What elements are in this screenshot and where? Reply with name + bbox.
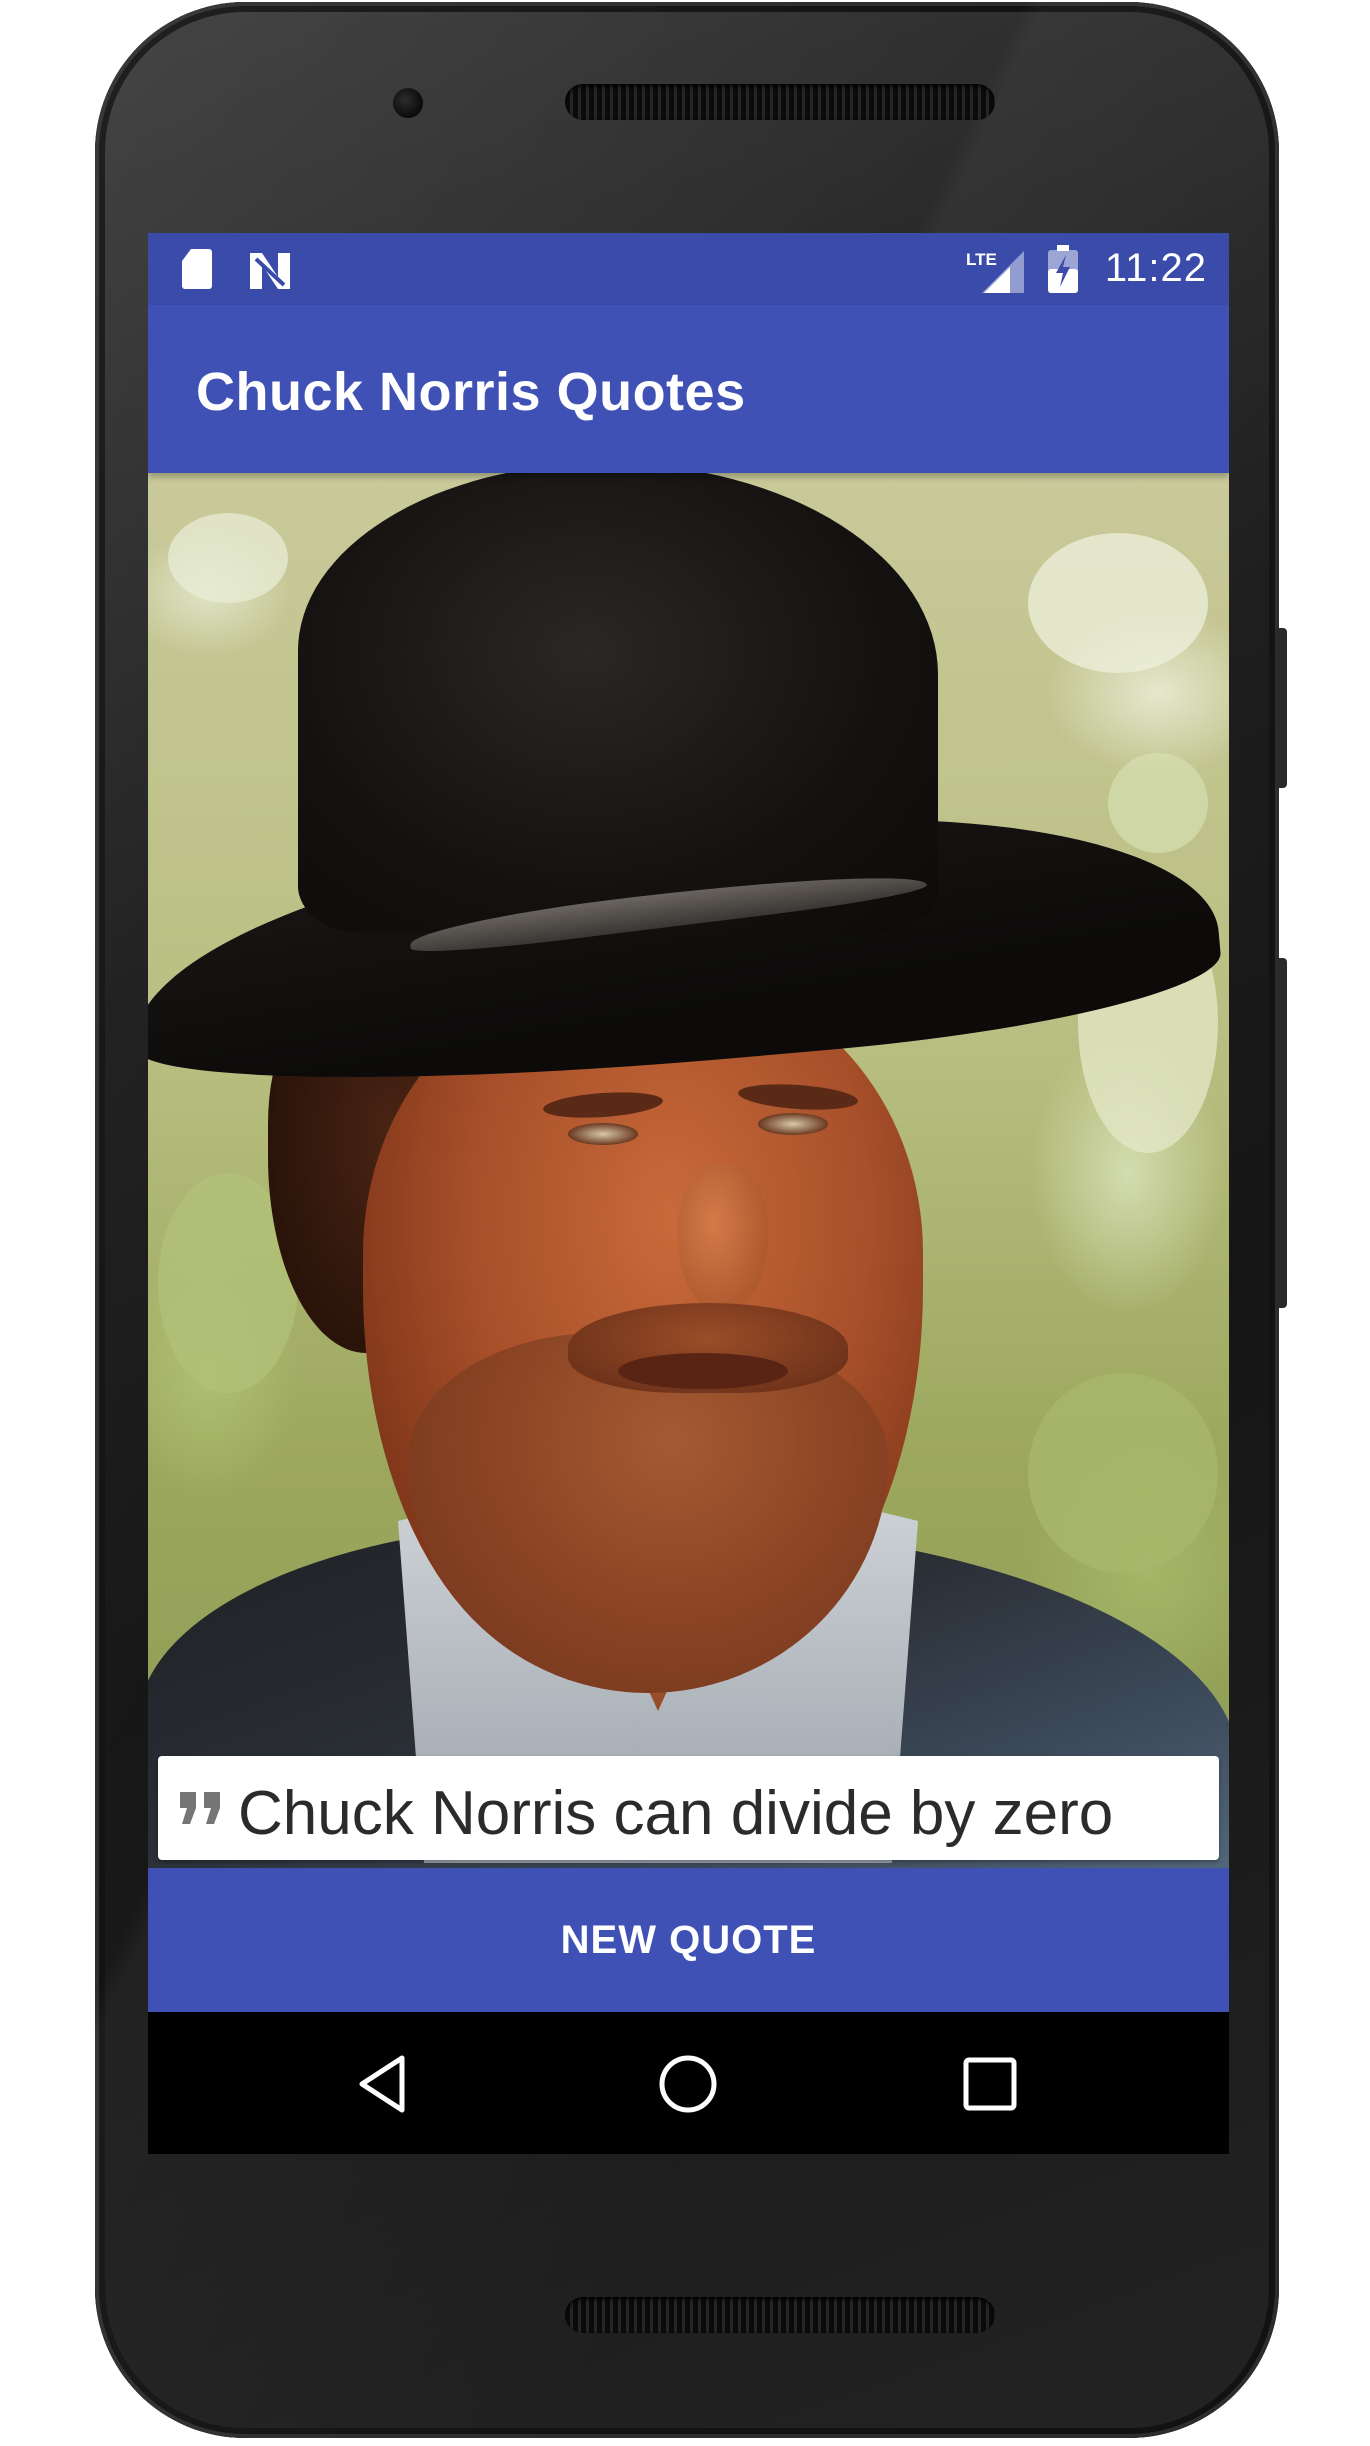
background-foliage: [1028, 533, 1208, 673]
chuck-norris-photo: [148, 473, 1229, 1868]
background-foliage: [1108, 753, 1208, 853]
front-camera: [393, 88, 423, 118]
power-button: [1275, 628, 1287, 788]
format-quote-icon: [178, 1790, 224, 1831]
lte-signal-icon: LTE: [966, 247, 1026, 300]
nose: [678, 1163, 768, 1313]
background-foliage: [168, 513, 288, 603]
new-quote-button[interactable]: NEW QUOTE: [148, 1868, 1229, 2012]
system-navigation-bar: [148, 2012, 1229, 2154]
quote-text: Chuck Norris can divide by zero: [238, 1779, 1114, 1848]
background-foliage: [1028, 1373, 1218, 1573]
earpiece-speaker: [565, 84, 995, 120]
mouth: [618, 1353, 788, 1389]
page: LTE 11:22 Chuck Norris Quotes Chuck Norr…: [0, 0, 1370, 2446]
left-eye: [568, 1123, 638, 1145]
sd-card-icon: [182, 249, 212, 289]
home-icon[interactable]: [652, 2048, 724, 2120]
quote-card: Chuck Norris can divide by zero: [158, 1756, 1219, 1860]
bottom-speaker: [565, 2297, 995, 2333]
volume-rocker: [1275, 958, 1287, 1308]
n-notification-icon: [248, 251, 292, 296]
app-toolbar: Chuck Norris Quotes: [148, 305, 1229, 473]
recents-icon[interactable]: [954, 2048, 1026, 2120]
status-bar: LTE 11:22: [148, 233, 1229, 305]
battery-charging-icon: [1048, 245, 1078, 298]
right-eye: [758, 1113, 828, 1135]
app-title: Chuck Norris Quotes: [196, 362, 746, 422]
phone-screen: LTE 11:22 Chuck Norris Quotes Chuck Norr…: [148, 233, 1229, 2154]
lte-label: LTE: [966, 250, 997, 269]
cowboy-hat: [298, 473, 938, 933]
status-clock: 11:22: [1104, 246, 1207, 290]
back-icon[interactable]: [348, 2048, 420, 2120]
